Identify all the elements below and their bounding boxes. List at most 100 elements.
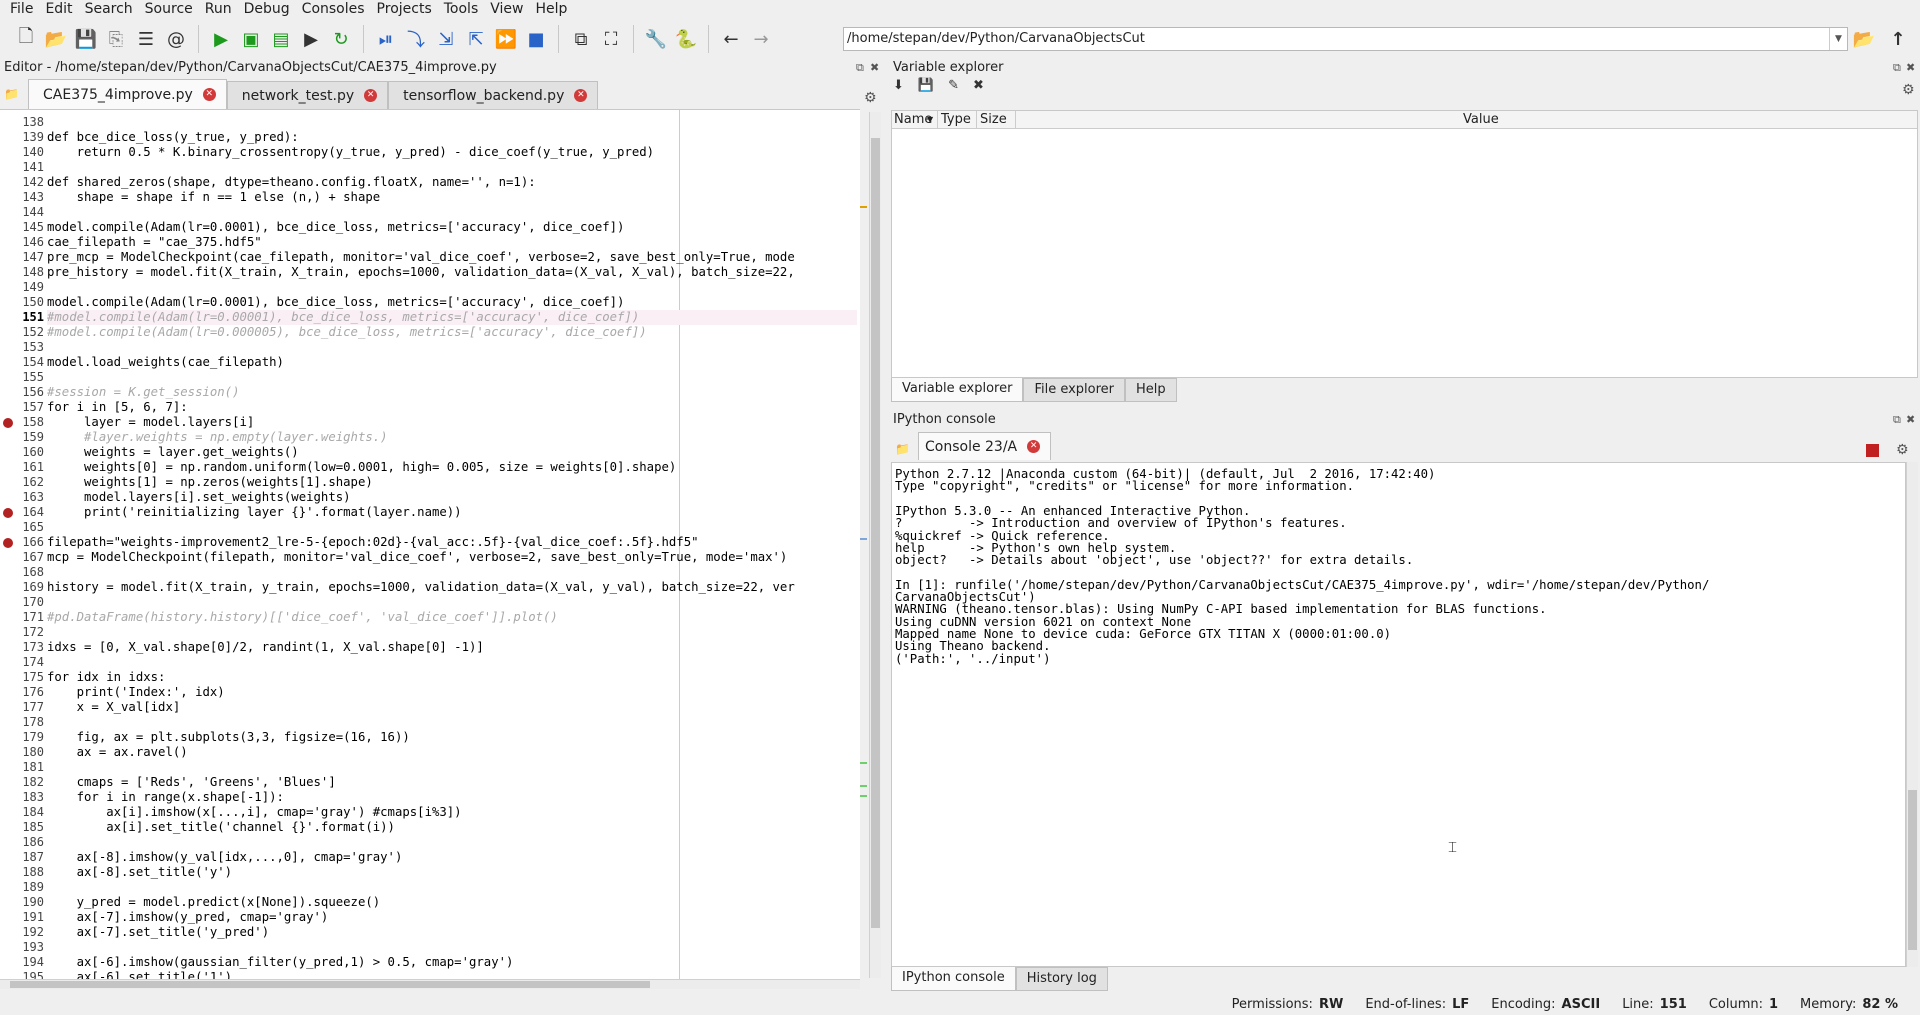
scroll-thumb[interactable] bbox=[871, 138, 880, 928]
stop-kernel-icon[interactable] bbox=[1866, 444, 1879, 457]
code-line[interactable]: ax[-8].imshow(y_val[idx,...,0], cmap='gr… bbox=[47, 850, 857, 865]
code-line[interactable]: def bce_dice_loss(y_true, y_pred): bbox=[47, 130, 857, 145]
tab-ipython-console[interactable]: IPython console bbox=[891, 967, 1016, 991]
undock-icon[interactable]: ⧉ bbox=[1893, 61, 1901, 75]
menu-debug[interactable]: Debug bbox=[238, 0, 296, 19]
save-data-as-icon[interactable]: ✎ bbox=[948, 78, 959, 93]
breakpoint-icon[interactable] bbox=[3, 538, 13, 548]
outline-icon[interactable]: ☰ bbox=[134, 27, 158, 51]
code-editor[interactable]: 138 139 def bce_dice_loss(y_true, y_pred):… bbox=[0, 109, 860, 979]
tab-console-23a[interactable]: Console 23/A ✕ bbox=[918, 432, 1052, 460]
close-pane-icon[interactable]: ✖ bbox=[870, 61, 879, 74]
code-line[interactable]: mcp = ModelCheckpoint(filepath, monitor=… bbox=[47, 550, 857, 565]
variable-table[interactable]: Name ▼ Type Size Value bbox=[891, 110, 1918, 378]
continue-icon[interactable]: ⏩ bbox=[494, 27, 518, 51]
tab-history-log[interactable]: History log bbox=[1015, 967, 1108, 991]
menu-file[interactable]: File bbox=[4, 0, 39, 19]
code-line[interactable]: ax[i].imshow(x[...,i], cmap='gray') #cma… bbox=[47, 805, 857, 820]
code-line[interactable]: layer = model.layers[i] bbox=[47, 415, 857, 430]
code-line[interactable]: history = model.fit(X_train, y_train, ep… bbox=[47, 580, 857, 595]
code-line[interactable]: model.compile(Adam(lr=0.0001), bce_dice_… bbox=[47, 220, 857, 235]
maximize-pane-icon[interactable]: ⧉ bbox=[569, 27, 593, 51]
browse-folder-icon[interactable]: 📂 bbox=[1852, 27, 1876, 51]
code-line[interactable]: cmaps = ['Reds', 'Greens', 'Blues'] bbox=[47, 775, 857, 790]
column-value[interactable]: Value bbox=[1463, 112, 1499, 127]
tab-tensorflow-backend[interactable]: tensorflow_backend.py ✕ bbox=[388, 81, 599, 109]
browse-consoles-icon[interactable]: 📁 bbox=[895, 442, 910, 456]
breakpoint-icon[interactable] bbox=[3, 508, 13, 518]
menu-view[interactable]: View bbox=[484, 0, 529, 19]
close-tab-icon[interactable]: ✕ bbox=[1027, 440, 1041, 453]
code-line[interactable]: #pd.DataFrame(history.history)[['dice_co… bbox=[47, 610, 857, 625]
run-icon[interactable]: ▶ bbox=[209, 27, 233, 51]
undock-icon[interactable]: ⧉ bbox=[1893, 413, 1901, 427]
code-line[interactable]: ax[-7].set_title('y_pred') bbox=[47, 925, 857, 940]
menu-run[interactable]: Run bbox=[199, 0, 238, 19]
debug-icon[interactable]: ⏯ bbox=[374, 27, 398, 51]
code-line[interactable]: model.compile(Adam(lr=0.0001), bce_dice_… bbox=[47, 295, 857, 310]
code-line[interactable]: #session = K.get_session() bbox=[47, 385, 857, 400]
remove-all-icon[interactable]: ✖ bbox=[973, 78, 984, 93]
fullscreen-icon[interactable]: ⛶ bbox=[599, 27, 623, 51]
code-line[interactable]: model.layers[i].set_weights(weights) bbox=[47, 490, 857, 505]
code-line[interactable]: shape = shape if n == 1 else (n,) + shap… bbox=[47, 190, 857, 205]
code-line[interactable]: weights[1] = np.zeros(weights[1].shape) bbox=[47, 475, 857, 490]
code-line[interactable]: #model.compile(Adam(lr=0.00001), bce_dic… bbox=[47, 310, 857, 325]
console-options-gear-icon[interactable]: ⚙ bbox=[1896, 442, 1909, 458]
code-line[interactable]: #model.compile(Adam(lr=0.000005), bce_di… bbox=[47, 325, 857, 340]
close-pane-icon[interactable]: ✖ bbox=[1906, 413, 1915, 426]
console-vertical-scrollbar[interactable] bbox=[1906, 462, 1918, 967]
menu-projects[interactable]: Projects bbox=[371, 0, 438, 19]
run-cell-icon[interactable]: ▣ bbox=[239, 27, 263, 51]
code-line[interactable]: pre_history = model.fit(X_train, X_train… bbox=[47, 265, 857, 280]
console-output[interactable]: Python 2.7.12 |Anaconda custom (64-bit)|… bbox=[891, 462, 1906, 967]
editor-horizontal-scrollbar[interactable] bbox=[0, 979, 860, 989]
code-line[interactable]: ax[-6].imshow(gaussian_filter(y_pred,1) … bbox=[47, 955, 857, 970]
browse-tabs-icon[interactable]: 📁 bbox=[4, 87, 24, 107]
tab-help[interactable]: Help bbox=[1125, 378, 1177, 402]
rerun-icon[interactable]: ↻ bbox=[329, 27, 353, 51]
code-line[interactable]: cae_filepath = "cae_375.hdf5" bbox=[47, 235, 857, 250]
code-line[interactable]: #layer.weights = np.empty(layer.weights.… bbox=[47, 430, 857, 445]
editor-options-gear-icon[interactable]: ⚙ bbox=[864, 90, 877, 106]
code-line[interactable]: weights[0] = np.random.uniform(low=0.000… bbox=[47, 460, 857, 475]
code-line[interactable]: ax = ax.ravel() bbox=[47, 745, 857, 760]
breakpoint-icon[interactable] bbox=[3, 418, 13, 428]
menu-consoles[interactable]: Consoles bbox=[296, 0, 371, 19]
code-line[interactable]: model.load_weights(cae_filepath) bbox=[47, 355, 857, 370]
editor-vertical-scrollbar[interactable] bbox=[869, 112, 881, 978]
code-line[interactable]: idxs = [0, X_val.shape[0]/2, randint(1, … bbox=[47, 640, 857, 655]
new-file-icon[interactable]: 🗋 bbox=[14, 26, 38, 51]
undock-icon[interactable]: ⧉ bbox=[856, 61, 864, 75]
code-line[interactable]: def shared_zeros(shape, dtype=theano.con… bbox=[47, 175, 857, 190]
code-line[interactable]: ax[-7].imshow(y_pred, cmap='gray') bbox=[47, 910, 857, 925]
step-into-icon[interactable]: ⇲ bbox=[434, 27, 458, 51]
code-line[interactable]: for i in range(x.shape[-1]): bbox=[47, 790, 857, 805]
code-line[interactable]: filepath="weights-improvement2_lre-5-{ep… bbox=[47, 535, 857, 550]
close-tab-icon[interactable]: ✕ bbox=[364, 89, 378, 102]
forward-arrow-icon[interactable]: → bbox=[749, 27, 773, 51]
close-tab-icon[interactable]: ✕ bbox=[202, 88, 216, 101]
save-data-icon[interactable]: 💾 bbox=[918, 78, 934, 93]
back-arrow-icon[interactable]: ← bbox=[719, 27, 743, 51]
tab-file-explorer[interactable]: File explorer bbox=[1023, 378, 1126, 402]
stop-debug-icon[interactable]: ■ bbox=[524, 27, 548, 51]
python-path-icon[interactable]: 🐍 bbox=[674, 27, 698, 51]
menu-tools[interactable]: Tools bbox=[438, 0, 485, 19]
import-data-icon[interactable]: ⬇ bbox=[893, 78, 904, 93]
code-line[interactable]: pre_mcp = ModelCheckpoint(cae_filepath, … bbox=[47, 250, 857, 265]
scroll-thumb[interactable] bbox=[10, 981, 650, 988]
close-pane-icon[interactable]: ✖ bbox=[1906, 61, 1915, 74]
step-icon[interactable]: ⤵ bbox=[404, 27, 428, 51]
at-icon[interactable]: @ bbox=[164, 27, 188, 51]
menu-help[interactable]: Help bbox=[529, 0, 573, 19]
run-cell-advance-icon[interactable]: ▤ bbox=[269, 27, 293, 51]
code-line[interactable]: for i in [5, 6, 7]: bbox=[47, 400, 857, 415]
step-return-icon[interactable]: ⇱ bbox=[464, 27, 488, 51]
tab-variable-explorer[interactable]: Variable explorer bbox=[891, 378, 1024, 402]
preferences-wrench-icon[interactable]: 🔧 bbox=[644, 27, 668, 51]
save-all-icon[interactable]: ⎘ bbox=[104, 27, 128, 51]
code-line[interactable]: for idx in idxs: bbox=[47, 670, 857, 685]
column-type[interactable]: Type bbox=[941, 112, 971, 127]
menu-source[interactable]: Source bbox=[139, 0, 199, 19]
